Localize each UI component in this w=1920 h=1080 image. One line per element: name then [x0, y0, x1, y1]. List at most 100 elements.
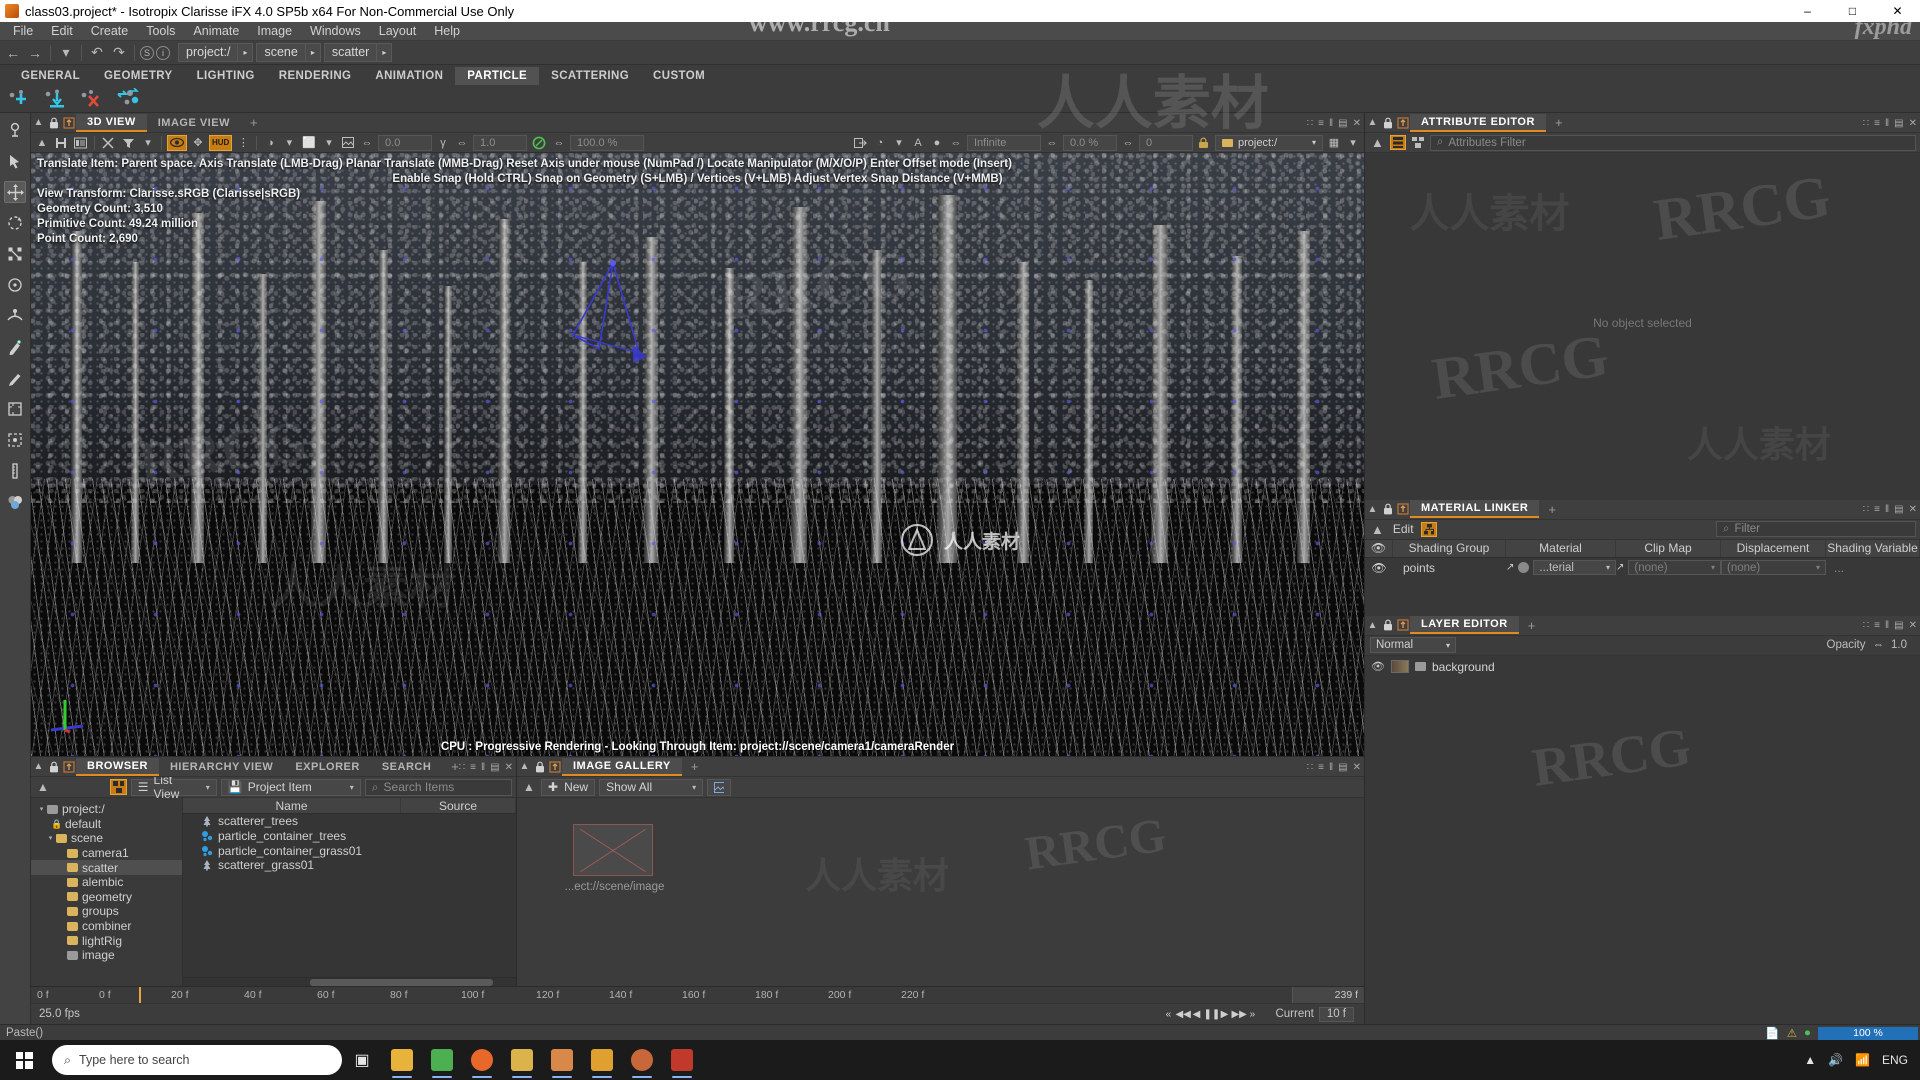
- collapse-caret-icon[interactable]: ▲: [34, 135, 50, 151]
- lock-icon[interactable]: [1380, 115, 1395, 131]
- split-v-icon[interactable]: ‖: [1329, 762, 1333, 773]
- language-indicator[interactable]: ENG: [1882, 1053, 1908, 1067]
- snap-tool[interactable]: [4, 274, 26, 296]
- chevron-down-icon[interactable]: ▾: [321, 135, 337, 151]
- tab-layer-editor[interactable]: LAYER EDITOR: [1410, 616, 1519, 634]
- pause-button[interactable]: ❚❚: [1203, 1009, 1220, 1020]
- gizmo-icon[interactable]: ✥: [190, 135, 206, 151]
- transport-controls[interactable]: 25.0 fps « ◀◀ ◀ ❚❚ ▶ ▶▶ » Current 10 f: [31, 1004, 1364, 1024]
- shelf-tab-geometry[interactable]: GEOMETRY: [92, 67, 185, 85]
- attribute-layout-icon[interactable]: [1389, 135, 1406, 150]
- network-icon[interactable]: 📶: [1855, 1053, 1870, 1067]
- tab-attribute-editor[interactable]: ATTRIBUTE EDITOR: [1410, 113, 1546, 132]
- save-icon[interactable]: [53, 135, 69, 151]
- tree-item-lightrig[interactable]: lightRig: [31, 933, 182, 948]
- edit-menu[interactable]: Edit: [1390, 522, 1417, 536]
- slider-icon[interactable]: ⇔: [1044, 135, 1060, 151]
- undo-icon[interactable]: ↶: [87, 43, 107, 63]
- collapse-caret-icon[interactable]: ▲: [517, 759, 532, 775]
- expand-caret-icon[interactable]: ▾: [45, 834, 56, 842]
- tab-3d-view[interactable]: 3D VIEW: [76, 113, 147, 132]
- tree-toggle-icon[interactable]: [109, 779, 127, 795]
- layer-toolbar[interactable]: Normal ▾ Opacity ⇔ 1.0: [1365, 635, 1920, 656]
- gallery-filter-select[interactable]: Show All ▾: [599, 778, 704, 796]
- tile-grid-icon[interactable]: ∷: [1863, 504, 1869, 515]
- snapshot-icon[interactable]: [72, 135, 89, 151]
- pin-icon[interactable]: [1395, 501, 1410, 517]
- visibility-eye-icon[interactable]: 👁: [1371, 660, 1385, 673]
- minimize-button[interactable]: –: [1785, 0, 1830, 22]
- display-mode-icon[interactable]: ⬜: [300, 135, 318, 151]
- maximize-panel-icon[interactable]: ▤: [1338, 762, 1347, 773]
- tab-search[interactable]: SEARCH: [371, 759, 442, 775]
- shelf-tab-animation[interactable]: ANIMATION: [363, 67, 455, 85]
- timeline-ruler[interactable]: 0 f 0 f 20 f 40 f 60 f 80 f 100 f 120 f …: [31, 987, 1364, 1004]
- menu-create[interactable]: Create: [82, 22, 138, 40]
- close-panel-icon[interactable]: ✕: [1909, 620, 1917, 631]
- collapse-caret-icon[interactable]: ▲: [31, 115, 46, 131]
- chevron-down-icon[interactable]: ▾: [140, 135, 156, 151]
- menu-help[interactable]: Help: [425, 22, 469, 40]
- shelf-tab-particle[interactable]: PARTICLE: [455, 66, 540, 85]
- blend-mode-select[interactable]: Normal ▾: [1370, 637, 1456, 653]
- window-controls[interactable]: – □ ✕: [1785, 0, 1920, 22]
- breadcrumb-scatter[interactable]: scatter: [323, 43, 378, 62]
- list-item[interactable]: particle_container_trees: [183, 829, 516, 844]
- tree-item-scatter[interactable]: scatter: [31, 860, 182, 875]
- ambient-icon[interactable]: ●: [929, 135, 945, 151]
- chevron-down-icon[interactable]: ▾: [1816, 563, 1820, 572]
- tile-grid-icon[interactable]: ∷: [1307, 762, 1313, 773]
- viewport-3d[interactable]: Translate Item: Parent space. Axis Trans…: [31, 153, 1364, 756]
- expand-caret-icon[interactable]: ▾: [36, 805, 47, 813]
- split-v-icon[interactable]: ‖: [1885, 620, 1889, 631]
- slider-icon[interactable]: ⇔: [551, 135, 567, 151]
- next-key-button[interactable]: ▶▶: [1231, 1009, 1246, 1020]
- samples-field[interactable]: 0: [1139, 134, 1193, 151]
- split-h-icon[interactable]: ≡: [1318, 118, 1324, 129]
- material-linker-toolbar[interactable]: ▲ Edit ⌕ Filter: [1365, 519, 1920, 540]
- slider-icon[interactable]: ⇔: [948, 135, 964, 151]
- split-h-icon[interactable]: ≡: [1874, 118, 1880, 129]
- add-tab-button[interactable]: +: [241, 115, 267, 130]
- tools-scissors-icon[interactable]: [100, 135, 117, 151]
- menu-file[interactable]: File: [4, 22, 42, 40]
- clip-map-cell[interactable]: ↗ (none) ▾: [1616, 560, 1721, 575]
- tree-item-combiner[interactable]: combiner: [31, 919, 182, 934]
- chevron-down-icon[interactable]: ▾: [350, 783, 354, 792]
- opacity-value[interactable]: 1.0: [1891, 639, 1915, 651]
- gamma-field[interactable]: 1.0: [473, 134, 528, 151]
- pin-icon[interactable]: [61, 759, 76, 775]
- lock-path-icon[interactable]: [1196, 135, 1212, 151]
- slider-icon[interactable]: ⇔: [1120, 135, 1136, 151]
- surface-tool[interactable]: [4, 305, 26, 327]
- tile-grid-icon[interactable]: ∷: [1863, 118, 1869, 129]
- add-tab-button[interactable]: +: [1519, 618, 1545, 633]
- menu-bar[interactable]: File Edit Create Tools Animate Image Win…: [0, 22, 1920, 41]
- slider-icon[interactable]: ⇔: [1873, 639, 1885, 651]
- material-cell[interactable]: ↗ ...terial ▾: [1506, 560, 1616, 575]
- close-panel-icon[interactable]: ✕: [505, 762, 513, 773]
- visibility-eye-icon[interactable]: 👁: [1365, 561, 1393, 575]
- lock-icon[interactable]: [46, 115, 61, 131]
- link-icon[interactable]: ↗: [1506, 562, 1514, 573]
- tree-item-camera1[interactable]: camera1: [31, 846, 182, 861]
- slider-icon[interactable]: ⇔: [454, 135, 470, 151]
- split-h-icon[interactable]: ≡: [1318, 762, 1324, 773]
- link-icon[interactable]: ↗: [1616, 562, 1624, 573]
- split-h-icon[interactable]: ≡: [470, 762, 476, 773]
- attribute-editor-body[interactable]: No object selected 人人素材 RRCG RRCG 人人素材: [1365, 153, 1920, 500]
- split-h-icon[interactable]: ≡: [1874, 504, 1880, 515]
- attributes-filter-input[interactable]: ⌕ Attributes Filter: [1429, 134, 1916, 151]
- split-v-icon[interactable]: ‖: [1329, 118, 1333, 129]
- point-light-tool[interactable]: [4, 119, 26, 141]
- step-back-button[interactable]: ◀: [1189, 1009, 1203, 1020]
- color-tool[interactable]: [4, 491, 26, 513]
- list-item[interactable]: particle_container_grass01: [183, 843, 516, 858]
- windows-taskbar[interactable]: ⌕ Type here to search ▣ ▲ 🔊 📶 ENG: [0, 1040, 1920, 1080]
- doc-icon[interactable]: 📄: [1765, 1026, 1779, 1040]
- redo-icon[interactable]: ↷: [109, 43, 129, 63]
- history-dropdown-icon[interactable]: ▾: [56, 43, 76, 63]
- material-select[interactable]: ...terial ▾: [1533, 560, 1616, 575]
- lock-icon[interactable]: [1380, 617, 1395, 633]
- shelf-tab-lighting[interactable]: LIGHTING: [185, 67, 267, 85]
